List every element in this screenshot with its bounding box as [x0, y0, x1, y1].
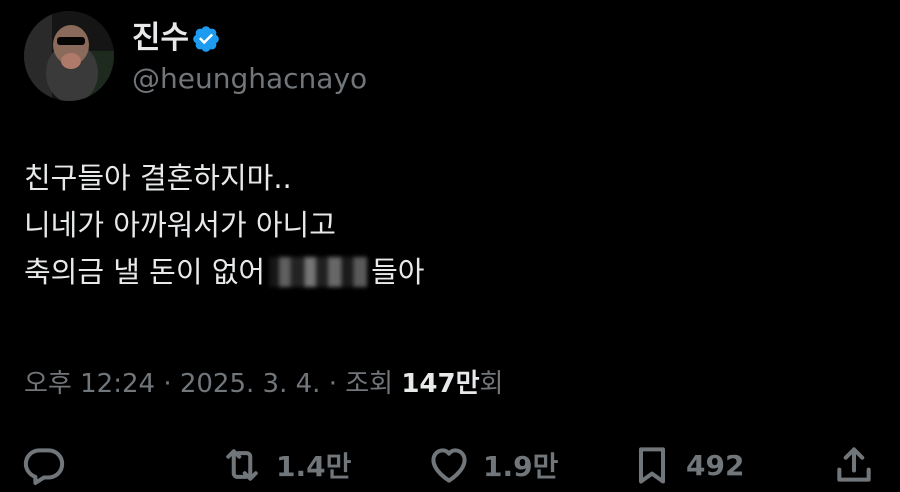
- bookmark-icon: [638, 447, 666, 484]
- tweet-line-3-start: 축의금 낼 돈이 없어: [24, 255, 266, 289]
- retweet-count: 1.4만: [276, 450, 352, 483]
- verified-badge-icon: [193, 26, 219, 52]
- avatar-image: [24, 11, 114, 101]
- bookmark-count: 492: [686, 448, 745, 482]
- meta-separator: ·: [163, 369, 172, 399]
- views-suffix: 회: [479, 369, 504, 399]
- bookmark-button[interactable]: 492: [630, 442, 744, 488]
- retweet-icon: [226, 449, 258, 481]
- avatar[interactable]: [24, 11, 114, 101]
- blurred-text: [269, 257, 368, 287]
- like-count: 1.9만: [483, 450, 559, 483]
- share-icon: [837, 447, 871, 482]
- action-bar: 1.4만 1.9만 492: [0, 438, 900, 492]
- tweet-line-1: 친구들아 결혼하지마..: [24, 161, 292, 195]
- tweet-line-3: 축의금 낼 돈이 없어 들아: [24, 249, 424, 296]
- like-button[interactable]: 1.9만: [427, 442, 558, 488]
- meta-separator: ·: [328, 369, 337, 399]
- tweet-text: 친구들아 결혼하지마.. 니네가 아까워서가 아니고 축의금 낼 돈이 없어 들아: [24, 155, 424, 296]
- display-name[interactable]: 진수: [132, 14, 189, 62]
- tweet-line-2: 니네가 아까워서가 아니고: [24, 208, 336, 242]
- retweet-button[interactable]: 1.4만: [220, 442, 351, 488]
- heart-icon: [431, 448, 467, 483]
- reply-button[interactable]: [22, 442, 66, 488]
- reply-icon: [23, 448, 65, 485]
- tweet-date[interactable]: 2025. 3. 4.: [180, 369, 321, 399]
- tweet-line-3-end: 들아: [371, 255, 425, 289]
- author-handle[interactable]: @heunghacnayo: [132, 57, 367, 101]
- share-button[interactable]: [832, 442, 876, 488]
- tweet-meta: 오후 12:24 · 2025. 3. 4. · 조회 147만회: [24, 362, 503, 406]
- views-label: 조회: [345, 369, 394, 399]
- views-count: 147만: [401, 369, 480, 399]
- tweet-time[interactable]: 오후 12:24: [24, 369, 155, 399]
